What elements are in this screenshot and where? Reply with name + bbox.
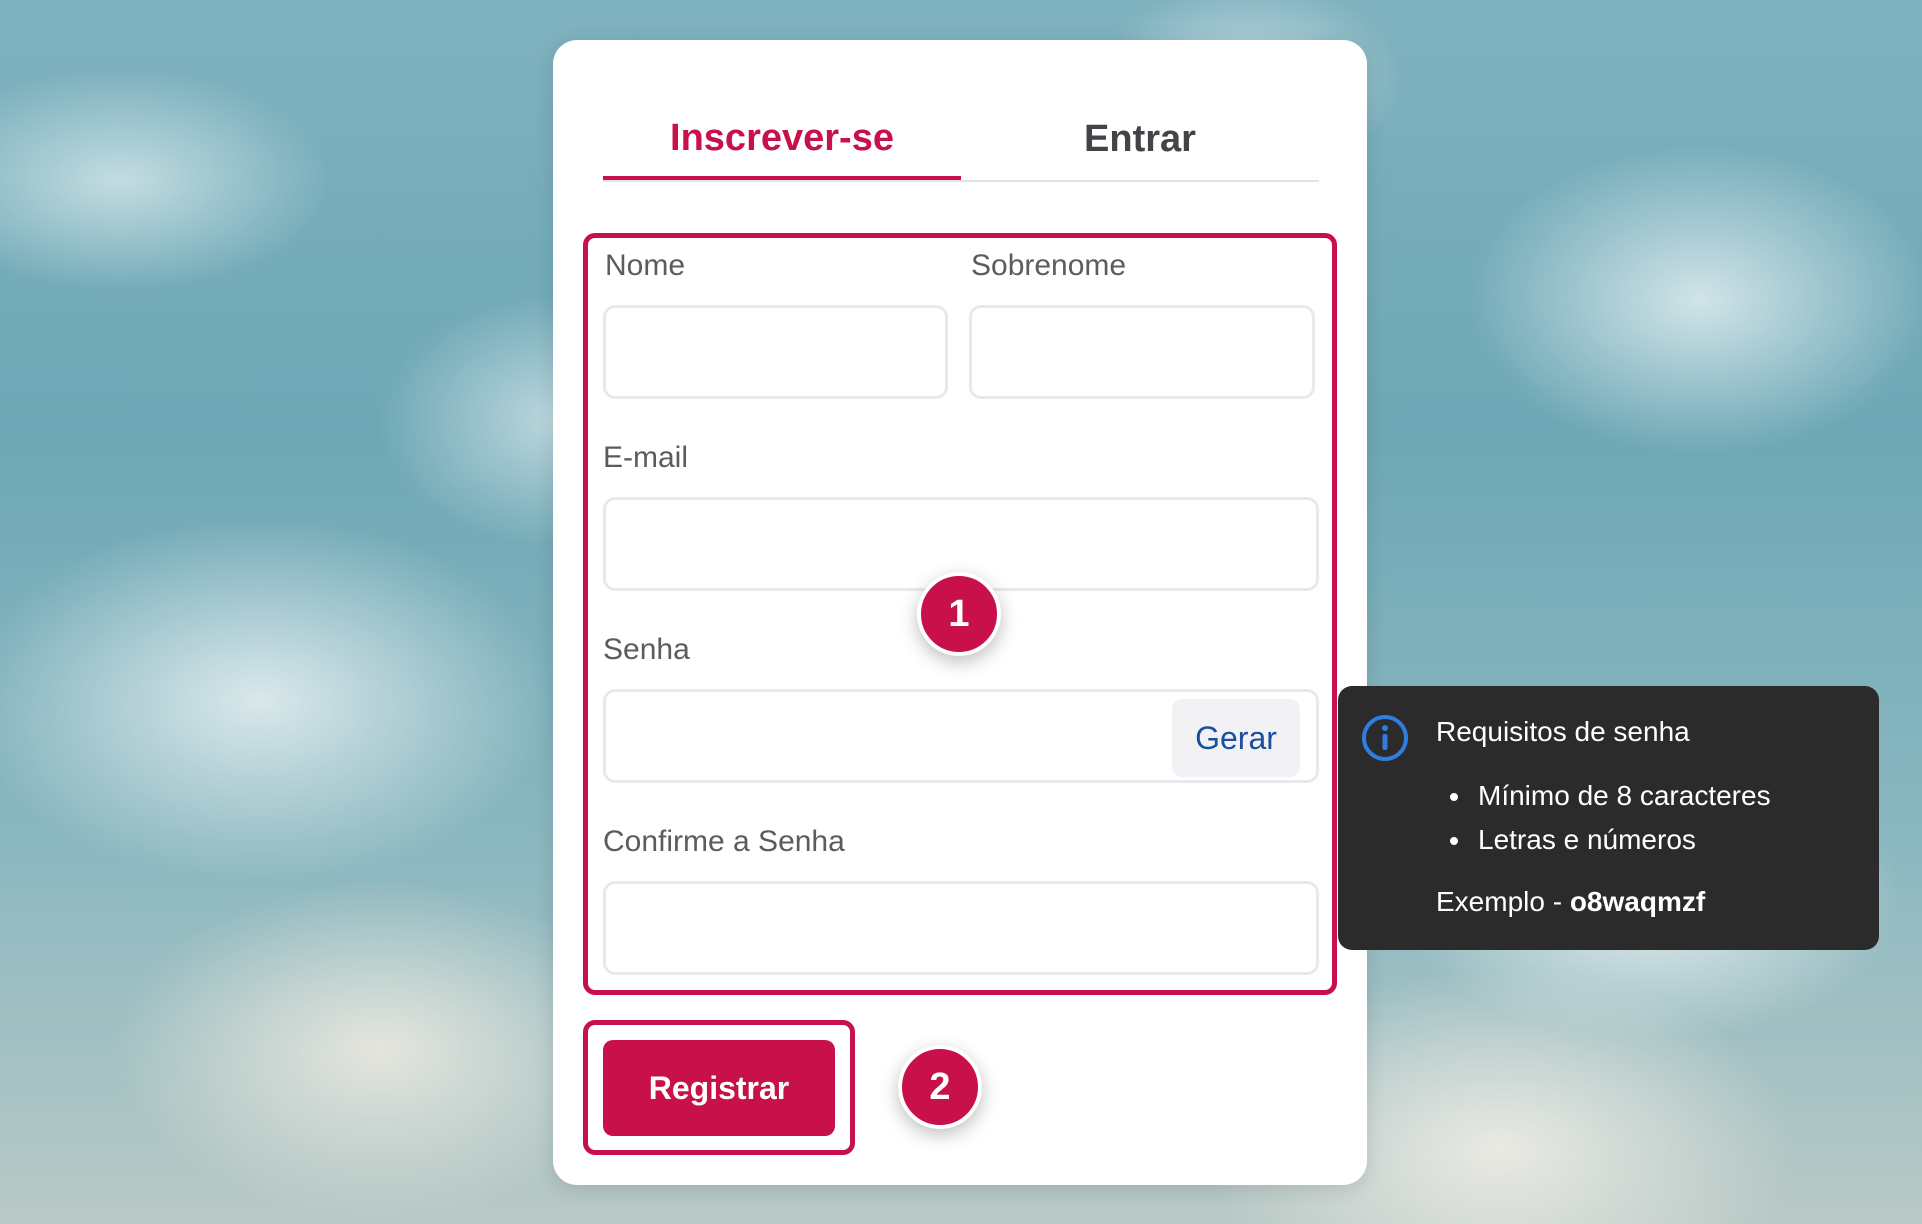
password-label: Senha <box>603 633 690 666</box>
first-name-label: Nome <box>605 249 686 282</box>
requirement-item: Mínimo de 8 caracteres <box>1436 774 1771 818</box>
tab-signup[interactable]: Inscrever-se <box>603 100 961 180</box>
example-value: o8waqmzf <box>1569 886 1706 917</box>
step-badge-1: 1 <box>917 572 1001 656</box>
example-prefix: Exemplo - <box>1436 886 1570 917</box>
confirm-password-field[interactable] <box>603 881 1319 975</box>
requirements-list: Mínimo de 8 caracteres Letras e números <box>1436 774 1771 862</box>
generate-password-button[interactable]: Gerar <box>1172 699 1300 777</box>
confirm-password-label: Confirme a Senha <box>603 825 845 858</box>
auth-tabs: Inscrever-se Entrar <box>603 100 1319 182</box>
last-name-input[interactable] <box>972 308 1312 396</box>
first-name-field[interactable] <box>603 305 948 399</box>
tooltip-example: Exemplo - o8waqmzf <box>1436 886 1705 918</box>
step-badge-2: 2 <box>898 1045 982 1129</box>
requirement-item: Letras e números <box>1436 818 1771 862</box>
register-button[interactable]: Registrar <box>603 1040 835 1136</box>
info-icon <box>1361 714 1409 762</box>
tab-login[interactable]: Entrar <box>961 100 1319 178</box>
tooltip-title: Requisitos de senha <box>1436 716 1690 747</box>
email-label: E-mail <box>603 441 689 474</box>
last-name-label: Sobrenome <box>971 249 1127 282</box>
last-name-field[interactable] <box>969 305 1315 399</box>
confirm-password-input[interactable] <box>606 884 1316 972</box>
password-input[interactable] <box>606 692 1146 780</box>
password-requirements-tooltip: Requisitos de senha Mínimo de 8 caracter… <box>1338 686 1879 950</box>
password-field[interactable]: Gerar <box>603 689 1319 783</box>
first-name-input[interactable] <box>606 308 945 396</box>
